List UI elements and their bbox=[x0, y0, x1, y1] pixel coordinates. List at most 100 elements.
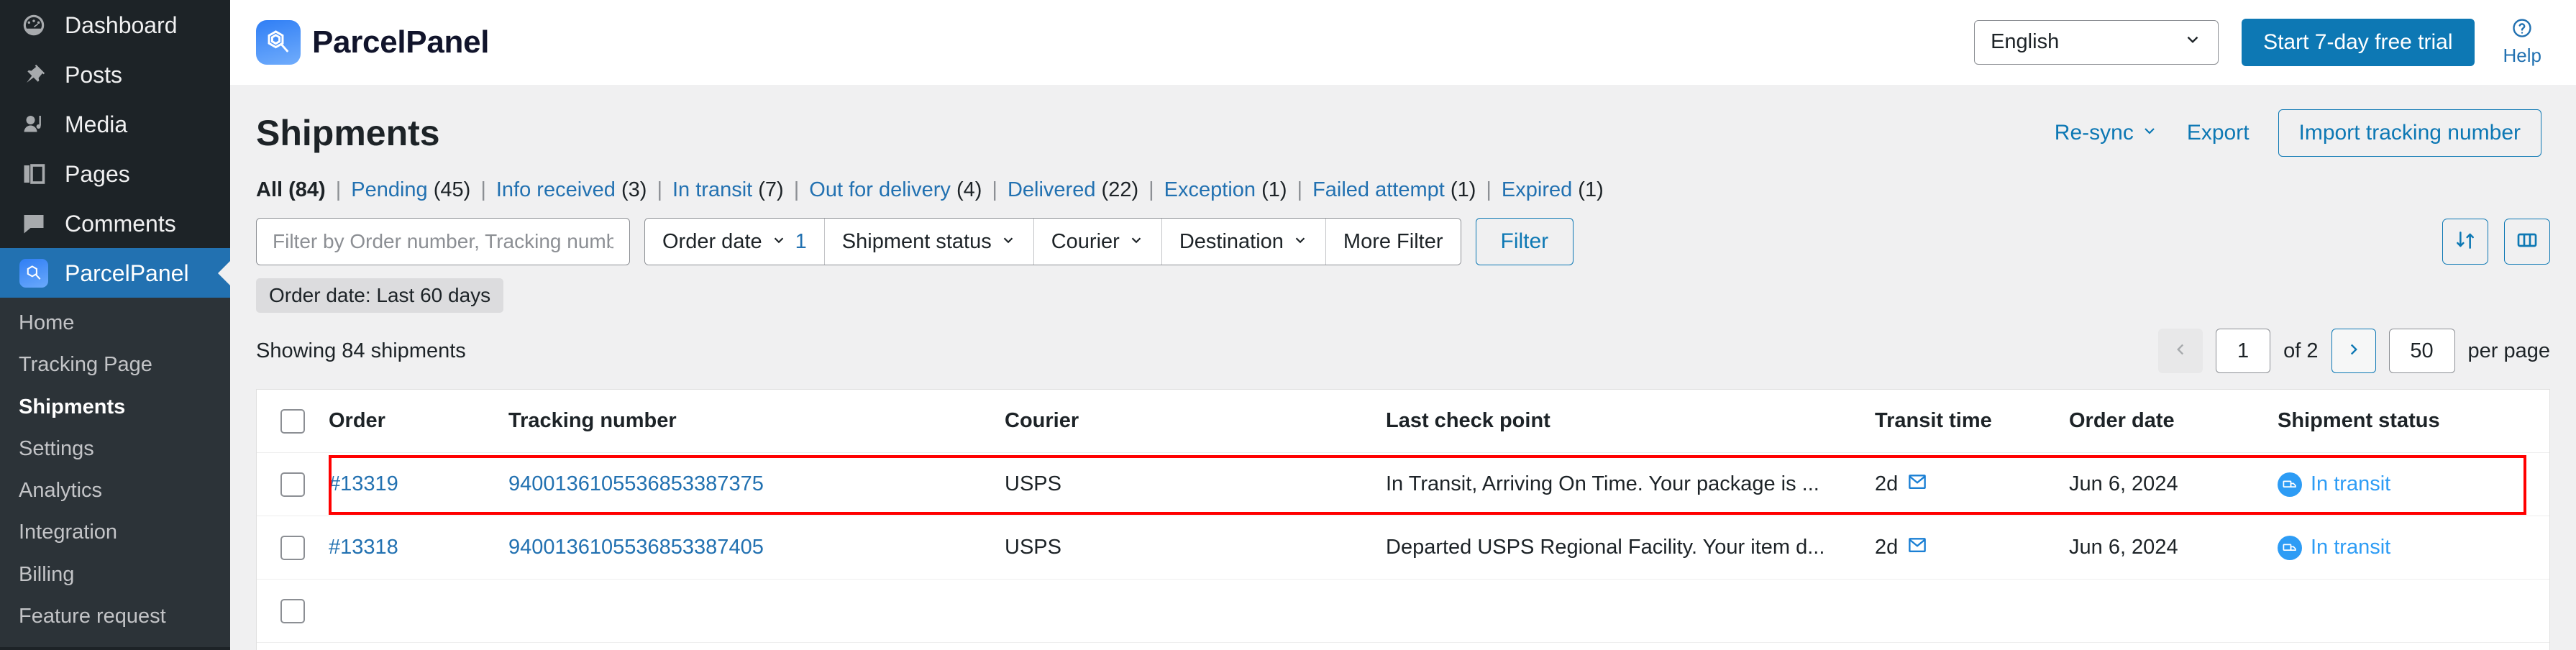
sidebar-item-label: Pages bbox=[65, 160, 130, 187]
import-tracking-number-button[interactable]: Import tracking number bbox=[2278, 109, 2541, 157]
column-header-tracking-number[interactable]: Tracking number bbox=[508, 409, 1005, 433]
chevron-down-icon bbox=[1292, 230, 1308, 254]
sidebar-item-label: Posts bbox=[65, 61, 123, 88]
cell-order: #13318 bbox=[329, 536, 508, 559]
column-header-transit-time[interactable]: Transit time bbox=[1875, 409, 2069, 433]
sidebar-item-shipments[interactable]: Shipments bbox=[0, 386, 230, 428]
email-icon[interactable] bbox=[1906, 471, 1928, 498]
sidebar-item-posts[interactable]: Posts bbox=[0, 50, 230, 99]
row-checkbox[interactable] bbox=[280, 598, 305, 623]
sidebar-item-media[interactable]: Media bbox=[0, 99, 230, 149]
cell-courier: USPS bbox=[1005, 536, 1061, 559]
tab-label: Failed attempt bbox=[1312, 178, 1445, 201]
select-all-checkbox[interactable] bbox=[280, 408, 305, 434]
column-header-order-date[interactable]: Order date bbox=[2069, 409, 2278, 433]
media-icon bbox=[19, 109, 49, 139]
row-checkbox[interactable] bbox=[280, 472, 305, 497]
column-header-courier[interactable]: Courier bbox=[1005, 409, 1386, 433]
destination-filter[interactable]: Destination bbox=[1161, 219, 1326, 265]
table-row[interactable]: #13318 9400136105536853387405 USPS Depar… bbox=[257, 516, 2549, 580]
shipments-table: Order Tracking number Courier Last check… bbox=[256, 389, 2550, 650]
email-icon[interactable] bbox=[1906, 534, 1928, 562]
tab-pending[interactable]: Pending (45) bbox=[351, 178, 470, 202]
tab-label: Exception bbox=[1164, 178, 1256, 201]
cell-order: #13319 bbox=[329, 472, 508, 496]
filter-button-group: Order date 1 Shipment status Courier Des… bbox=[644, 218, 1461, 265]
sidebar-item-pages[interactable]: Pages bbox=[0, 149, 230, 198]
tab-label: Expired bbox=[1501, 178, 1573, 201]
tab-info-received[interactable]: Info received (3) bbox=[496, 178, 647, 202]
cell-courier: USPS bbox=[1005, 472, 1061, 495]
filter-button[interactable]: Filter bbox=[1475, 218, 1574, 265]
next-page-button[interactable] bbox=[2331, 329, 2376, 373]
sort-button[interactable] bbox=[2442, 219, 2488, 265]
row-checkbox[interactable] bbox=[280, 535, 305, 560]
sidebar-item-billing[interactable]: Billing bbox=[0, 554, 230, 595]
page-number-input[interactable] bbox=[2216, 329, 2271, 373]
tab-all[interactable]: All (84) bbox=[256, 178, 326, 202]
column-header-last-check-point[interactable]: Last check point bbox=[1386, 409, 1875, 433]
per-page-input[interactable] bbox=[2388, 329, 2455, 373]
order-date-filter[interactable]: Order date 1 bbox=[645, 219, 825, 265]
sidebar-item-tracking-page[interactable]: Tracking Page bbox=[0, 344, 230, 385]
status-badge[interactable]: In transit bbox=[2278, 472, 2390, 497]
sidebar-item-parcelpanel[interactable]: ParcelPanel bbox=[0, 248, 230, 298]
tracking-number-link[interactable]: 9400136105536853387375 bbox=[508, 472, 764, 495]
tab-separator: | bbox=[1297, 178, 1303, 201]
applied-filter-chip[interactable]: Order date: Last 60 days bbox=[256, 278, 504, 313]
tab-expired[interactable]: Expired (1) bbox=[1502, 178, 1604, 202]
parcelpanel-logo-icon bbox=[256, 19, 301, 65]
sidebar-item-dashboard[interactable]: Dashboard bbox=[0, 0, 230, 50]
sidebar-item-comments[interactable]: Comments bbox=[0, 198, 230, 248]
tab-separator: | bbox=[657, 178, 662, 201]
tab-separator: | bbox=[1486, 178, 1492, 201]
sidebar-item-analytics[interactable]: Analytics bbox=[0, 470, 230, 511]
status-badge[interactable]: In transit bbox=[2278, 535, 2390, 560]
row-select-cell bbox=[257, 535, 329, 560]
order-link[interactable]: #13319 bbox=[329, 472, 398, 495]
sidebar-item-integration[interactable]: Integration bbox=[0, 511, 230, 553]
language-select[interactable]: English bbox=[1974, 19, 2219, 65]
help-button[interactable]: Help bbox=[2503, 17, 2541, 67]
re-sync-button[interactable]: Re-sync bbox=[2055, 121, 2158, 145]
app-topbar: ParcelPanel English Start 7-day free tri… bbox=[230, 0, 2576, 85]
courier-filter[interactable]: Courier bbox=[1033, 219, 1162, 265]
sidebar-item-settings[interactable]: Settings bbox=[0, 428, 230, 470]
re-sync-label: Re-sync bbox=[2054, 121, 2134, 145]
sidebar-item-home[interactable]: Home bbox=[0, 302, 230, 344]
sidebar-item-label: ParcelPanel bbox=[65, 260, 189, 286]
dashboard-icon bbox=[19, 10, 49, 40]
tab-failed-attempt[interactable]: Failed attempt (1) bbox=[1312, 178, 1476, 202]
courier-label: Courier bbox=[1051, 229, 1120, 253]
tab-exception[interactable]: Exception (1) bbox=[1164, 178, 1287, 202]
tab-delivered[interactable]: Delivered (22) bbox=[1008, 178, 1138, 202]
sidebar-item-feature-request[interactable]: Feature request bbox=[0, 595, 230, 637]
search-input[interactable] bbox=[256, 218, 630, 265]
filter-bar: Order date 1 Shipment status bbox=[230, 202, 2576, 265]
tab-count: (7) bbox=[758, 178, 784, 201]
status-filter-tabs: All (84) | Pending (45) | Info received … bbox=[230, 157, 2576, 202]
start-free-trial-button[interactable]: Start 7-day free trial bbox=[2242, 18, 2475, 66]
destination-label: Destination bbox=[1179, 229, 1284, 253]
more-filter-button[interactable]: More Filter bbox=[1325, 219, 1461, 265]
cell-last-check-point: Departed USPS Regional Facility. Your it… bbox=[1386, 536, 1825, 559]
tab-out-for-delivery[interactable]: Out for delivery (4) bbox=[809, 178, 982, 202]
table-row[interactable] bbox=[257, 580, 2549, 643]
table-row[interactable]: #13319 9400136105536853387375 USPS In Tr… bbox=[257, 453, 2549, 516]
tab-label: In transit bbox=[672, 178, 753, 201]
chevron-down-icon bbox=[1000, 230, 1016, 254]
parcelpanel-icon bbox=[19, 258, 49, 288]
showing-count: Showing 84 shipments bbox=[256, 339, 466, 362]
brand-name: ParcelPanel bbox=[312, 24, 490, 60]
previous-page-button[interactable] bbox=[2158, 329, 2203, 373]
export-button[interactable]: Export bbox=[2187, 121, 2250, 145]
shipment-status-filter[interactable]: Shipment status bbox=[824, 219, 1034, 265]
sidebar-item-label: Media bbox=[65, 111, 128, 137]
columns-button[interactable] bbox=[2504, 219, 2550, 265]
tracking-number-link[interactable]: 9400136105536853387405 bbox=[508, 536, 764, 559]
column-header-shipment-status[interactable]: Shipment status bbox=[2278, 409, 2549, 433]
column-header-order[interactable]: Order bbox=[329, 409, 508, 433]
order-link[interactable]: #13318 bbox=[329, 536, 398, 559]
tab-in-transit[interactable]: In transit (7) bbox=[672, 178, 784, 202]
main-content: ParcelPanel English Start 7-day free tri… bbox=[230, 0, 2576, 650]
